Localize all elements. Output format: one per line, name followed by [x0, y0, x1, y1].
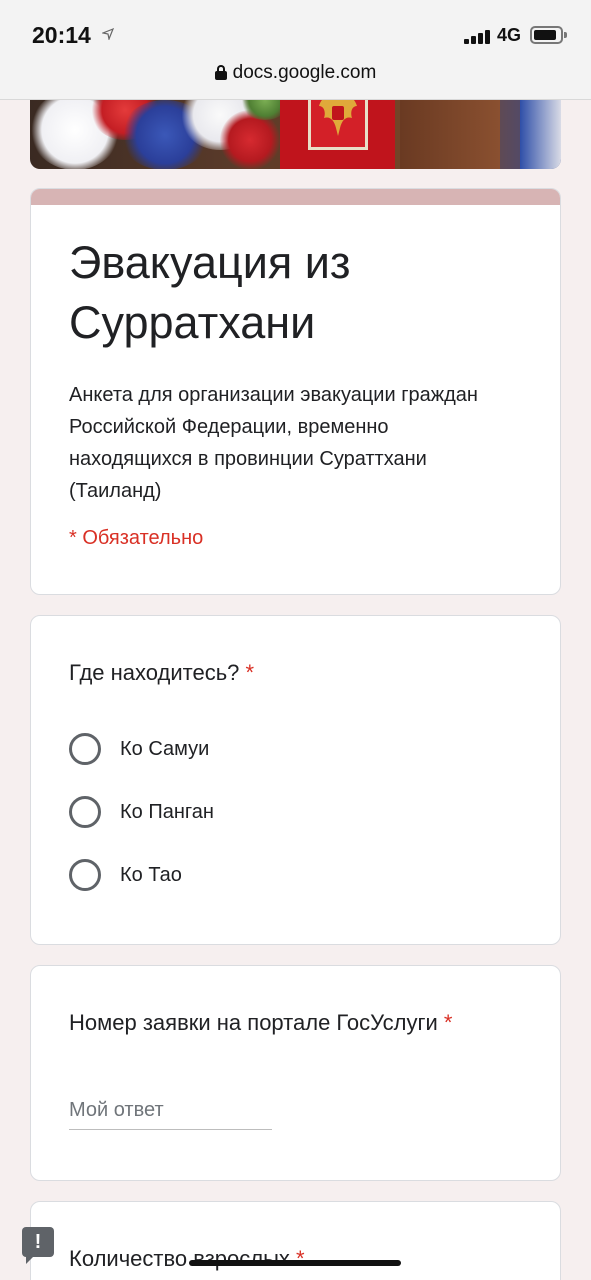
required-asterisk: * [245, 660, 255, 685]
home-indicator[interactable] [189, 1260, 401, 1266]
question-title: Номер заявки на портале ГосУслуги * [69, 1010, 452, 1036]
radio-option-tao[interactable]: Ко Тао [69, 858, 182, 892]
question-card-adults-count: Количество взрослых * [30, 1201, 561, 1280]
form-title: Эвакуация из Сурратхани [69, 237, 351, 348]
radio-button[interactable] [69, 733, 101, 765]
radio-button[interactable] [69, 796, 101, 828]
required-asterisk: * [296, 1246, 305, 1271]
url-text: docs.google.com [232, 62, 377, 83]
address-bar[interactable]: docs.google.com [0, 62, 591, 84]
form-title-card: Эвакуация из Сурратхани Анкета для орган… [30, 188, 561, 595]
question-title-text: Номер заявки на портале ГосУслуги [69, 1010, 438, 1035]
radio-option-label[interactable]: Ко Панган [120, 801, 214, 824]
required-asterisk: * [443, 1010, 453, 1035]
cellular-signal-icon [464, 30, 492, 44]
status-time: 20:14 [32, 22, 91, 48]
feedback-icon[interactable]: ! [22, 1227, 54, 1264]
network-type: 4G [497, 25, 522, 45]
question-title-text: Где находитесь? [69, 660, 240, 685]
question-card-location: Где находитесь? * Ко Самуи Ко Панган Ко … [30, 615, 561, 945]
question-title: Где находитесь? * [69, 660, 254, 686]
question-title: Количество взрослых * [69, 1246, 305, 1272]
answer-input[interactable] [69, 1092, 272, 1130]
form-description: Анкета для организации эвакуации граждан… [69, 384, 478, 502]
radio-option-label[interactable]: Ко Тао [120, 864, 182, 887]
radio-button[interactable] [69, 859, 101, 891]
lock-icon [214, 65, 227, 80]
question-title-text: Количество взрослых [69, 1246, 290, 1271]
title-card-accent [31, 189, 560, 205]
location-arrow-icon [100, 27, 115, 42]
radio-option-samui[interactable]: Ко Самуи [69, 732, 209, 766]
battery-icon [530, 26, 567, 44]
required-note: * Обязательно [69, 527, 204, 549]
radio-option-phangan[interactable]: Ко Панган [69, 795, 214, 829]
browser-top-bar: 20:14 4G docs.google.com [0, 0, 591, 100]
radio-option-label[interactable]: Ко Самуи [120, 738, 209, 761]
question-card-application-number: Номер заявки на портале ГосУслуги * [30, 965, 561, 1181]
